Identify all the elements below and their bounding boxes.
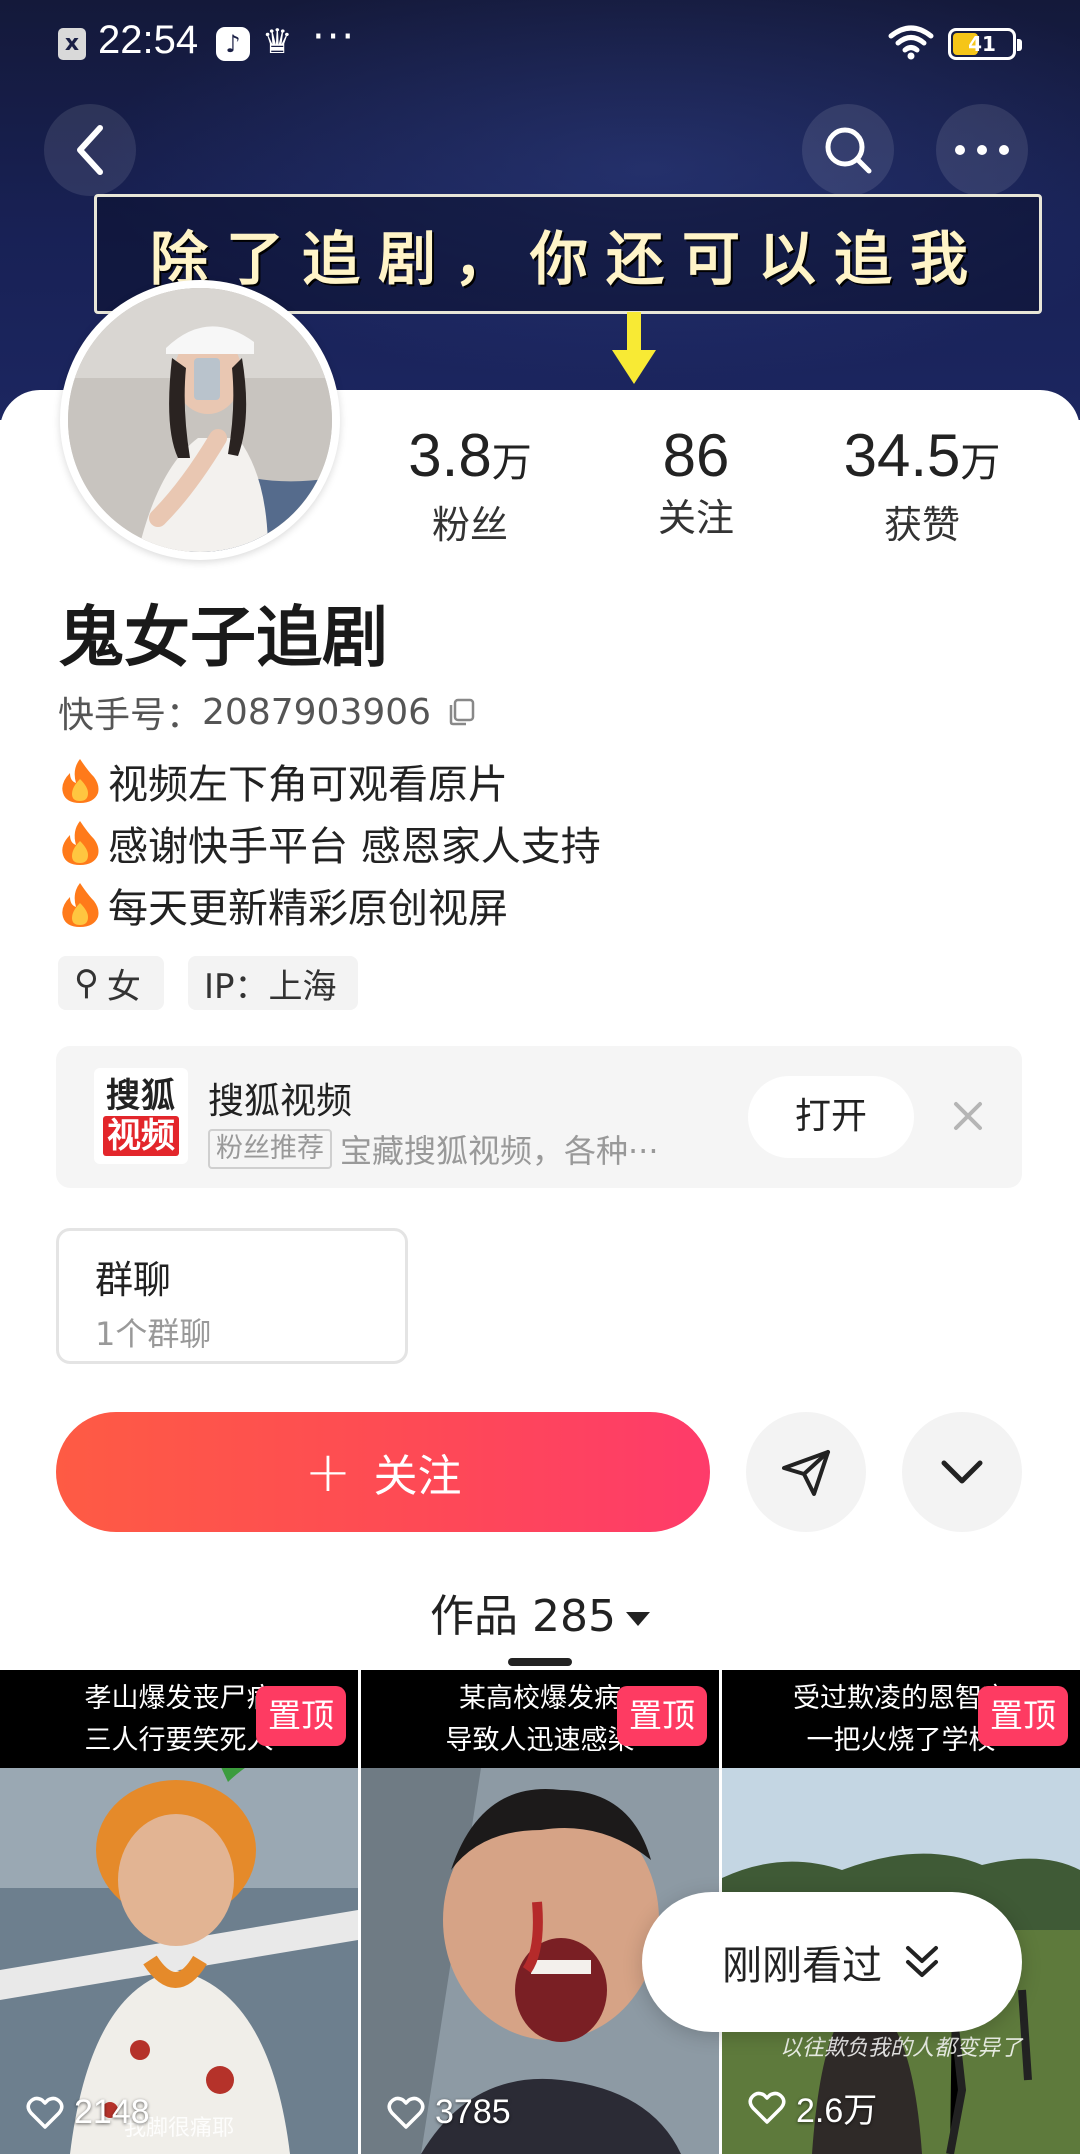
profile-nickname: 鬼女子追剧 (58, 599, 388, 676)
likes-label: 获赞 (883, 503, 960, 547)
app-promo-banner[interactable]: 搜狐 视频 搜狐视频 粉丝推荐 宝藏搜狐视频，各种··· 打开 (56, 1046, 1022, 1188)
video-likes: 2.6万 (748, 2083, 877, 2132)
video-likes: 3785 (387, 2093, 511, 2132)
status-bar: x 22:54 ♪ ♛ ··· 41 (0, 0, 1080, 90)
video-likes-count: 2.6万 (796, 2092, 878, 2130)
sohu-logo-line2: 视频 (103, 1116, 179, 1156)
promo-description: 宝藏搜狐视频，各种··· (340, 1132, 659, 1170)
tab-active-indicator (508, 1658, 572, 1666)
promo-title: 搜狐视频 (208, 1081, 353, 1122)
follow-button[interactable]: + 关注 (56, 1412, 710, 1532)
fire-icon (62, 821, 99, 865)
avatar[interactable] (60, 280, 340, 560)
stat-fans[interactable]: 3.8万 粉丝 (360, 420, 580, 551)
send-icon (782, 1450, 830, 1496)
copy-icon[interactable] (445, 696, 477, 728)
following-label: 关注 (657, 496, 734, 540)
chevron-down-icon (941, 1460, 983, 1484)
pinned-badge: 置顶 (617, 1686, 707, 1746)
group-chat-title: 群聊 (95, 1258, 172, 1302)
battery-level: 41 (968, 32, 996, 56)
fire-icon (62, 883, 99, 927)
fire-icon (62, 759, 99, 803)
stat-following[interactable]: 86 关注 (586, 420, 806, 544)
more-notifications-icon: ··· (312, 14, 357, 60)
avatar-photo (68, 288, 332, 552)
following-count: 86 (662, 422, 730, 489)
bio-line: 视频左下角可观看原片 (58, 752, 508, 810)
video-likes-count: 2148 (74, 2093, 150, 2131)
kuaishou-id-value: 2087903906 (202, 691, 432, 733)
heart-icon (387, 2096, 425, 2129)
banner-slogan-text: 除了追剧，你还可以追我 (149, 225, 986, 293)
pinned-badge: 置顶 (978, 1686, 1068, 1746)
video-likes-count: 3785 (435, 2093, 511, 2131)
bio-text: 每天更新精彩原创视屏 (108, 886, 508, 932)
sohu-video-logo: 搜狐 视频 (94, 1068, 188, 1164)
promo-open-button[interactable]: 打开 (748, 1076, 914, 1158)
notification-x-icon: x (58, 28, 86, 60)
tab-works[interactable]: 作品 285 (0, 1580, 1080, 1644)
more-dots-icon (955, 145, 1009, 155)
recently-viewed-label: 刚刚看过 (722, 1943, 882, 1989)
female-icon: ⚲ (74, 963, 99, 1003)
expand-button[interactable] (902, 1412, 1022, 1532)
gender-text: 女 (106, 966, 141, 1007)
heart-icon (26, 2096, 64, 2129)
sohu-logo-line1: 搜狐 (106, 1076, 176, 1116)
crown-notification-icon: ♛ (262, 22, 293, 62)
promo-subtitle: 粉丝推荐 宝藏搜狐视频，各种··· (208, 1126, 659, 1172)
video-thumbnail[interactable]: 孝山爆发丧尸病 三人行要笑死人 置顶 我脚很痛耶 2148 (0, 1670, 358, 2154)
double-chevron-down-icon (906, 1946, 938, 1977)
ip-location-text: IP：上海 (204, 966, 337, 1007)
video-subtitle: 以往欺负我的人都变异了 (779, 2036, 1022, 2061)
likes-count: 34.5 (843, 422, 961, 489)
fans-count: 3.8 (408, 422, 492, 489)
back-button[interactable] (44, 104, 136, 196)
bio-line: 每天更新精彩原创视屏 (58, 876, 508, 934)
kuaishou-id-label: 快手号： (58, 695, 203, 736)
stat-likes[interactable]: 34.5万 获赞 (812, 420, 1032, 551)
search-icon (825, 127, 872, 174)
message-button[interactable] (746, 1412, 866, 1532)
more-options-button[interactable] (936, 104, 1028, 196)
recently-viewed-button[interactable]: 刚刚看过 (642, 1892, 1022, 2032)
kuaishou-id-row[interactable]: 快手号： 2087903906 (58, 686, 477, 738)
search-button[interactable] (802, 104, 894, 196)
bio-line: 感谢快手平台 感恩家人支持 (58, 814, 601, 872)
plus-icon: + (304, 1439, 352, 1505)
works-tab-label: 作品 285 (430, 1591, 616, 1642)
group-chat-count: 1个群聊 (95, 1315, 212, 1353)
dropdown-triangle-icon (625, 1612, 650, 1626)
bio-text: 感谢快手平台 感恩家人支持 (108, 824, 601, 870)
pinned-badge: 置顶 (256, 1686, 346, 1746)
chevron-left-icon (77, 125, 103, 175)
group-chat-card[interactable]: 群聊 1个群聊 (56, 1228, 408, 1364)
fan-recommend-badge: 粉丝推荐 (208, 1129, 332, 1169)
close-icon[interactable] (942, 1090, 994, 1142)
ip-location-tag: IP：上海 (188, 956, 358, 1010)
video-likes: 2148 (26, 2093, 150, 2132)
follow-label: 关注 (373, 1451, 462, 1502)
arrow-down-icon (612, 312, 656, 384)
battery-icon: 41 (948, 28, 1022, 60)
fans-label: 粉丝 (431, 503, 508, 547)
fans-unit: 万 (491, 441, 532, 485)
bio-text: 视频左下角可观看原片 (108, 762, 508, 808)
gender-tag: ⚲ 女 (58, 956, 164, 1010)
heart-icon (748, 2091, 786, 2124)
wifi-icon (888, 25, 934, 60)
likes-unit: 万 (960, 441, 1001, 485)
tiktok-notification-icon: ♪ (216, 27, 250, 61)
status-time: 22:54 (98, 18, 199, 62)
